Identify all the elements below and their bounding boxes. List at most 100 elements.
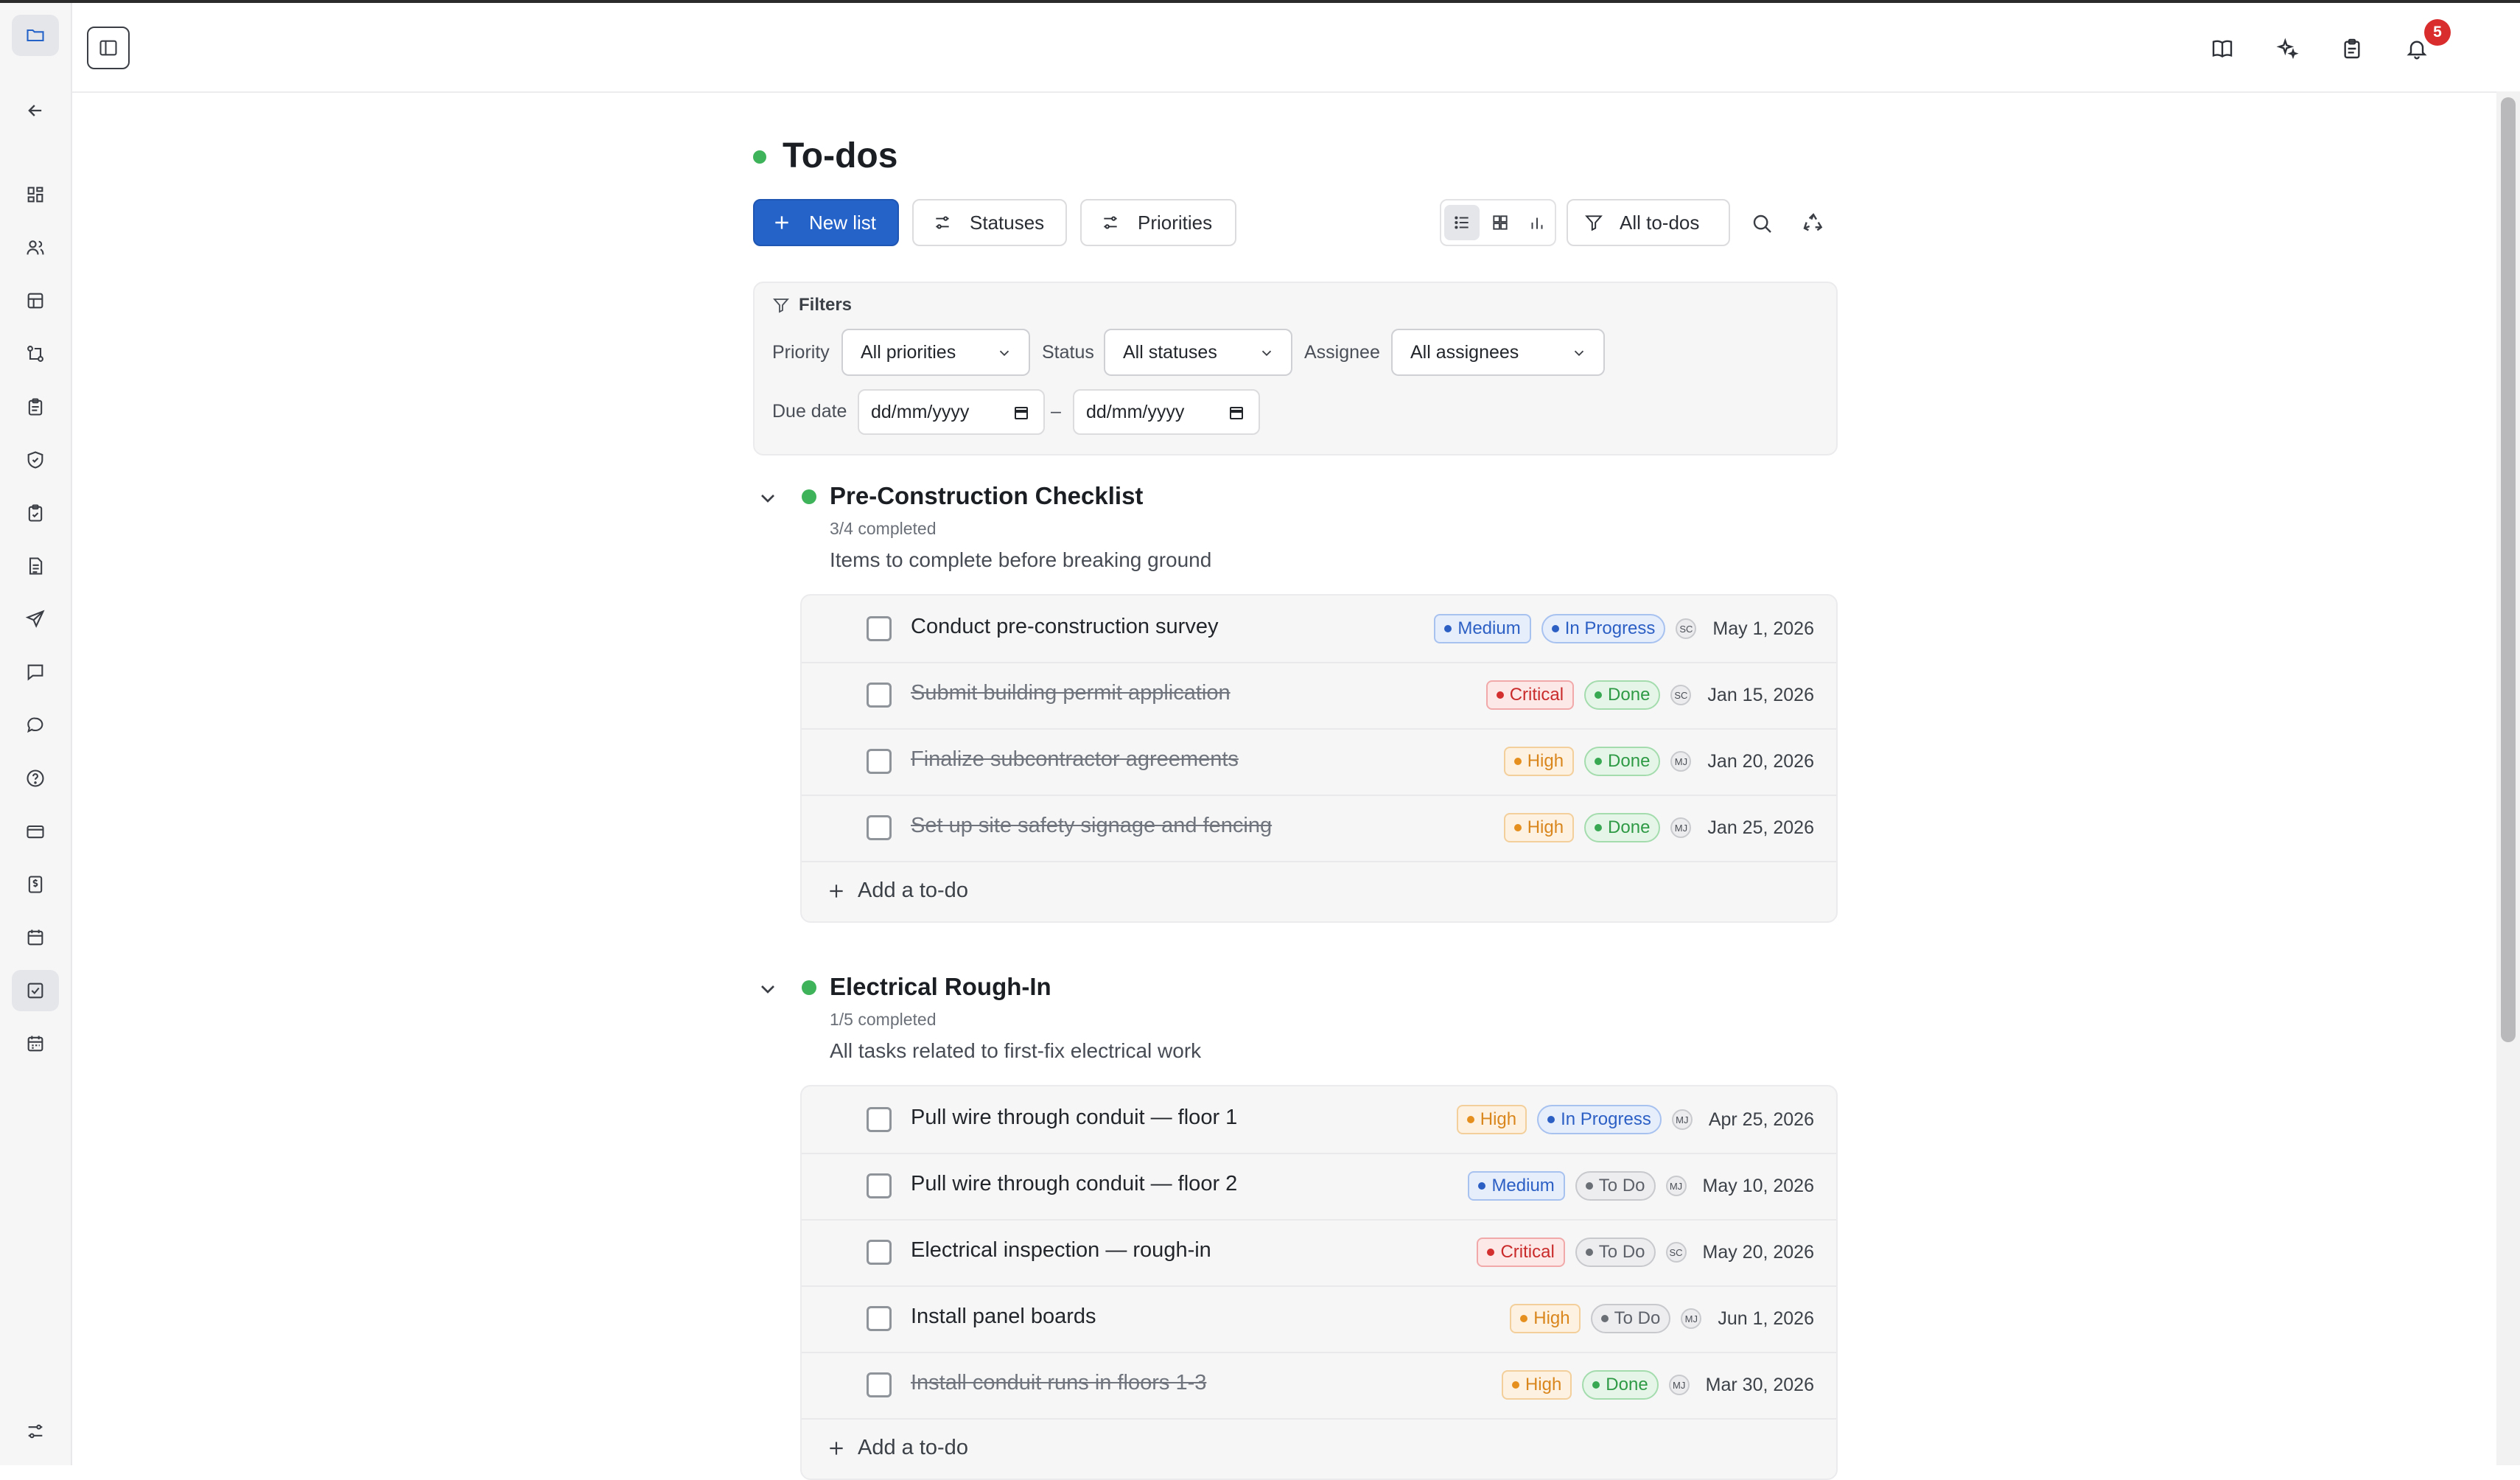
clipboard-icon[interactable] — [12, 386, 59, 427]
team-icon[interactable] — [12, 227, 59, 268]
todo-checkbox[interactable] — [867, 616, 892, 641]
statuses-button[interactable]: Statuses — [912, 199, 1067, 246]
assignee-avatar[interactable]: MJ — [1665, 1176, 1687, 1196]
priority-badge[interactable]: High — [1503, 813, 1575, 842]
sparkles-icon[interactable] — [2268, 29, 2306, 68]
priority-badge[interactable]: High — [1456, 1105, 1527, 1134]
shield-icon[interactable] — [12, 439, 59, 481]
calendar-grid-icon[interactable] — [12, 1023, 59, 1064]
folder-icon[interactable] — [12, 15, 59, 56]
dashboard-icon[interactable] — [12, 174, 59, 215]
list-view-icon[interactable] — [1444, 205, 1480, 240]
assignee-avatar[interactable]: MJ — [1670, 751, 1692, 772]
back-arrow-icon[interactable] — [12, 90, 59, 131]
scrollbar-thumb[interactable] — [2501, 97, 2516, 1042]
assignee-avatar[interactable]: MJ — [1668, 1375, 1690, 1395]
book-icon[interactable] — [2203, 29, 2241, 68]
search-icon[interactable] — [1743, 205, 1780, 242]
list-title[interactable]: Electrical Rough-In — [830, 973, 1051, 1001]
assignee-select[interactable]: All assignees — [1391, 329, 1605, 376]
todo-title[interactable]: Electrical inspection — rough-in — [911, 1238, 1211, 1263]
status-badge[interactable]: Done — [1584, 747, 1661, 776]
settings-sliders-icon[interactable] — [12, 1411, 59, 1452]
todo-checkbox[interactable] — [867, 683, 892, 708]
todo-title[interactable]: Set up site safety signage and fencing — [911, 814, 1272, 838]
todo-title[interactable]: Finalize subcontractor agreements — [911, 747, 1239, 772]
add-todo-button[interactable]: Add a to-do — [802, 861, 1836, 923]
bell-icon[interactable] — [2398, 29, 2436, 68]
assignee-avatar[interactable]: SC — [1670, 685, 1692, 705]
assignee-avatar[interactable]: MJ — [1670, 817, 1692, 838]
sidebar-toggle-icon[interactable] — [87, 27, 130, 69]
chart-view-icon[interactable] — [1519, 205, 1555, 240]
add-todo-button[interactable]: Add a to-do — [802, 1418, 1836, 1480]
todo-title[interactable]: Submit building permit application — [911, 681, 1231, 705]
todo-title[interactable]: Conduct pre-construction survey — [911, 615, 1218, 639]
status-select[interactable]: All statuses — [1104, 329, 1292, 376]
send-icon[interactable] — [12, 598, 59, 640]
table-icon[interactable] — [12, 280, 59, 321]
priorities-button[interactable]: Priorities — [1080, 199, 1236, 246]
priority-badge[interactable]: Medium — [1468, 1171, 1565, 1201]
grid-view-icon[interactable] — [1483, 205, 1518, 240]
todo-row[interactable]: Finalize subcontractor agreements High D… — [802, 728, 1836, 796]
priority-badge[interactable]: High — [1510, 1304, 1581, 1333]
todo-row[interactable]: Set up site safety signage and fencing H… — [802, 795, 1836, 862]
calendar-icon[interactable] — [1012, 404, 1030, 422]
chat-bubble-icon[interactable] — [12, 705, 59, 746]
todo-checkbox[interactable] — [867, 815, 892, 840]
todo-check-icon[interactable] — [12, 970, 59, 1011]
todo-row[interactable]: Pull wire through conduit — floor 2 Medi… — [802, 1153, 1836, 1221]
status-badge[interactable]: Done — [1584, 680, 1661, 710]
todo-row[interactable]: Conduct pre-construction survey Medium I… — [802, 596, 1836, 663]
credit-card-icon[interactable] — [12, 811, 59, 852]
priority-badge[interactable]: Critical — [1477, 1238, 1565, 1267]
todo-checkbox[interactable] — [867, 1306, 892, 1331]
status-badge[interactable]: To Do — [1575, 1238, 1656, 1267]
todo-checkbox[interactable] — [867, 1372, 892, 1397]
status-badge[interactable]: To Do — [1575, 1171, 1656, 1201]
clipboard-icon[interactable] — [2333, 29, 2371, 68]
status-badge[interactable]: In Progress — [1541, 614, 1666, 643]
assignee-avatar[interactable]: MJ — [1681, 1308, 1702, 1329]
todo-row[interactable]: Electrical inspection — rough-in Critica… — [802, 1219, 1836, 1287]
todo-title[interactable]: Pull wire through conduit — floor 2 — [911, 1172, 1237, 1196]
assignee-avatar[interactable]: SC — [1676, 618, 1697, 639]
todo-title[interactable]: Pull wire through conduit — floor 1 — [911, 1106, 1237, 1130]
status-badge[interactable]: Done — [1584, 813, 1661, 842]
assignee-avatar[interactable]: SC — [1665, 1242, 1687, 1263]
todo-checkbox[interactable] — [867, 1173, 892, 1198]
priority-badge[interactable]: Medium — [1434, 614, 1531, 643]
todo-row[interactable]: Install panel boards High To Do MJ Jun 1… — [802, 1285, 1836, 1353]
help-icon[interactable] — [12, 758, 59, 799]
assignee-avatar[interactable]: MJ — [1671, 1109, 1693, 1130]
due-date-from-input[interactable]: dd/mm/yyyy — [858, 389, 1045, 435]
workflow-icon[interactable] — [12, 333, 59, 374]
list-title[interactable]: Pre-Construction Checklist — [830, 482, 1143, 510]
todo-checkbox[interactable] — [867, 1240, 892, 1265]
priority-badge[interactable]: High — [1501, 1370, 1572, 1400]
priority-badge[interactable]: High — [1503, 747, 1575, 776]
clipboard-check-icon[interactable] — [12, 492, 59, 534]
todo-row[interactable]: Install conduit runs in floors 1-3 High … — [802, 1352, 1836, 1420]
collapse-chevron-icon[interactable] — [756, 486, 780, 510]
todo-title[interactable]: Install conduit runs in floors 1-3 — [911, 1371, 1206, 1395]
todo-filter-button[interactable]: All to-dos — [1567, 199, 1730, 246]
todo-checkbox[interactable] — [867, 1107, 892, 1132]
priority-select[interactable]: All priorities — [841, 329, 1030, 376]
todo-row[interactable]: Pull wire through conduit — floor 1 High… — [802, 1086, 1836, 1154]
status-badge[interactable]: To Do — [1590, 1304, 1671, 1333]
calendar-icon[interactable] — [12, 917, 59, 958]
collapse-chevron-icon[interactable] — [756, 977, 780, 1001]
new-list-button[interactable]: New list — [753, 199, 899, 246]
document-icon[interactable] — [12, 545, 59, 587]
todo-title[interactable]: Install panel boards — [911, 1305, 1096, 1329]
priority-badge[interactable]: Critical — [1485, 680, 1575, 710]
message-square-icon[interactable] — [12, 652, 59, 693]
todo-checkbox[interactable] — [867, 749, 892, 774]
status-badge[interactable]: Done — [1582, 1370, 1659, 1400]
due-date-to-input[interactable]: dd/mm/yyyy — [1073, 389, 1260, 435]
invoice-icon[interactable] — [12, 864, 59, 905]
recycle-icon[interactable] — [1795, 205, 1832, 242]
calendar-icon[interactable] — [1228, 404, 1245, 422]
